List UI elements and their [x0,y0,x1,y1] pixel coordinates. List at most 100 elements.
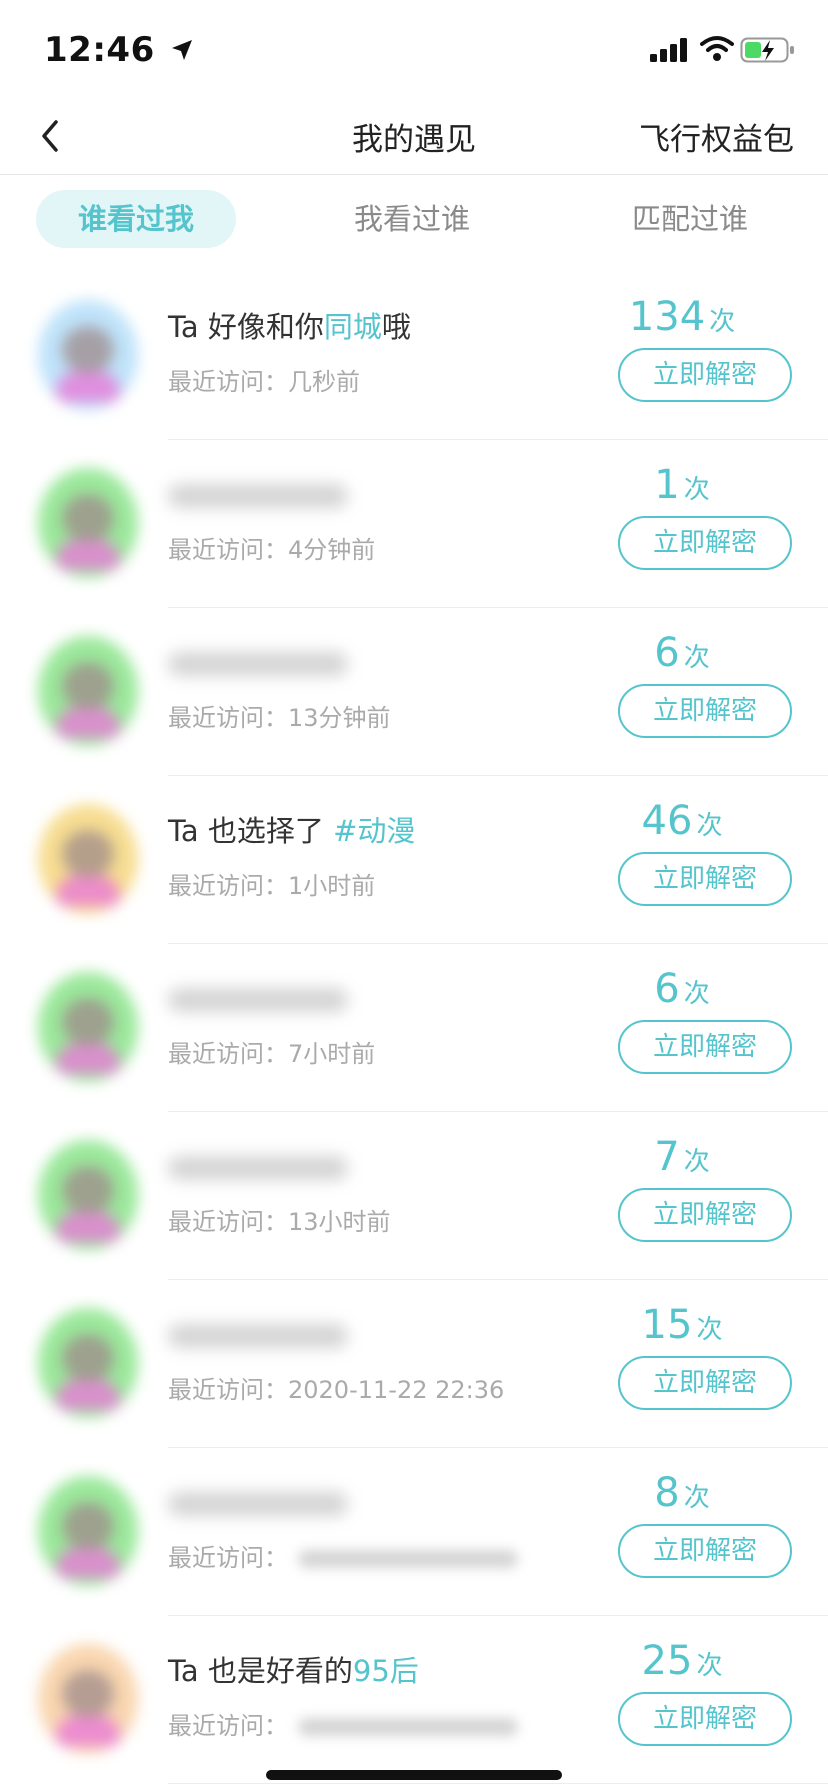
avatar[interactable] [38,804,138,914]
visit-count-number: 15 [641,1302,693,1348]
battery-charging-icon [740,36,796,68]
navigation-bar: 我的遇见 飞行权益包 [0,100,828,175]
last-visit: 最近访问： [168,1538,518,1573]
wifi-icon [700,34,734,66]
visit-count-number: 134 [628,294,706,340]
blurred-visit-time [298,1718,518,1736]
last-visit-time: 4分钟前 [288,536,376,564]
visitor-row[interactable]: 最近访问：7小时前 6 次立即解密 [0,944,828,1112]
visitor-hint-prefix: Ta 也选择了 [168,814,334,848]
avatar[interactable] [38,636,138,746]
visit-count: 134 次 [592,294,772,340]
visit-count-unit: 次 [696,811,723,841]
status-time: 12:46 [44,30,155,70]
visit-count-unit: 次 [696,1651,723,1681]
visitor-hint-highlight: 同城 [323,310,382,344]
avatar[interactable] [38,1476,138,1586]
unlock-button[interactable]: 立即解密 [618,1692,792,1746]
last-visit: 最近访问：13小时前 [168,1202,391,1237]
status-bar: 12:46 [0,0,828,100]
home-indicator [266,1770,562,1780]
last-visit-time: 13小时前 [288,1208,391,1236]
unlock-button[interactable]: 立即解密 [618,516,792,570]
visit-count-number: 7 [654,1134,680,1180]
last-visit: 最近访问：7小时前 [168,1034,375,1069]
last-visit-label: 最近访问： [168,1712,288,1740]
visit-count-unit: 次 [683,1147,710,1177]
last-visit-time: 1小时前 [288,872,376,900]
blurred-name [168,1492,348,1516]
visitor-row[interactable]: 最近访问：13分钟前 6 次立即解密 [0,608,828,776]
visitor-hint-prefix: Ta 也是好看的 [168,1654,353,1688]
unlock-button[interactable]: 立即解密 [618,1356,792,1410]
blurred-name [168,988,348,1012]
last-visit: 最近访问：几秒前 [168,362,360,397]
last-visit-label: 最近访问： [168,536,288,564]
avatar[interactable] [38,468,138,578]
visit-count: 46 次 [592,798,772,844]
avatar[interactable] [38,1308,138,1418]
visit-count-number: 1 [654,462,680,508]
last-visit-time: 7小时前 [288,1040,376,1068]
visit-count-unit: 次 [696,1315,723,1345]
blurred-visit-time [298,1550,518,1568]
last-visit: 最近访问： [168,1706,518,1741]
visitor-hint-highlight: 95后 [352,1654,419,1688]
tab-who-viewed-me[interactable]: 谁看过我 [36,190,236,248]
last-visit: 最近访问：1小时前 [168,866,375,901]
visitor-hint-highlight: #动漫 [333,814,416,848]
last-visit: 最近访问：13分钟前 [168,698,391,733]
visitor-list: Ta 好像和你同城哦 最近访问：几秒前 134 次立即解密 最近访问：4分钟前 1 次立即解… [0,272,828,1784]
flight-benefits-pack-button[interactable]: 飞行权益包 [639,114,794,159]
avatar[interactable] [38,1140,138,1250]
tab-who-i-matched[interactable]: 匹配过谁 [590,190,790,248]
visit-count-unit: 次 [709,307,736,337]
visit-count: 25 次 [592,1638,772,1684]
avatar[interactable] [38,300,138,410]
visitor-row[interactable]: Ta 好像和你同城哦 最近访问：几秒前 134 次立即解密 [0,272,828,440]
unlock-button[interactable]: 立即解密 [618,1020,792,1074]
blurred-name [168,484,348,508]
visitor-hint: Ta 好像和你同城哦 [168,304,411,346]
visit-count-unit: 次 [683,475,710,505]
visit-count: 15 次 [592,1302,772,1348]
visitor-row[interactable]: Ta 也选择了 #动漫最近访问：1小时前 46 次立即解密 [0,776,828,944]
visitor-hint-prefix: Ta 好像和你 [168,310,324,344]
unlock-button[interactable]: 立即解密 [618,348,792,402]
visit-count: 8次 [592,1470,772,1516]
last-visit: 最近访问：2020-11-22 22:36 [168,1370,504,1405]
row-divider [168,1783,828,1784]
unlock-button[interactable]: 立即解密 [618,1524,792,1578]
visitor-row[interactable]: Ta 也是好看的95后最近访问： 25 次立即解密 [0,1616,828,1784]
last-visit-label: 最近访问： [168,368,288,396]
segment-tabs: 谁看过我 我看过谁 匹配过谁 [0,190,828,252]
blurred-name [168,1324,348,1348]
cellular-signal-icon [650,38,690,66]
visit-count: 1次 [592,462,772,508]
visit-count-unit: 次 [683,979,710,1009]
visit-count-number: 25 [641,1638,693,1684]
last-visit-label: 最近访问： [168,1376,288,1404]
avatar[interactable] [38,972,138,1082]
visit-count-number: 8 [654,1470,680,1516]
unlock-button[interactable]: 立即解密 [618,852,792,906]
avatar[interactable] [38,1644,138,1754]
visitor-hint-suffix: 哦 [381,310,411,344]
last-visit-time: 13分钟前 [288,704,391,732]
last-visit-label: 最近访问： [168,1544,288,1572]
blurred-name [168,1156,348,1180]
last-visit-time: 2020-11-22 22:36 [288,1376,505,1404]
visitor-row[interactable]: 最近访问：2020-11-22 22:36 15 次立即解密 [0,1280,828,1448]
visit-count-unit: 次 [683,1483,710,1513]
unlock-button[interactable]: 立即解密 [618,1188,792,1242]
visit-count-unit: 次 [683,643,710,673]
last-visit-label: 最近访问： [168,1040,288,1068]
unlock-button[interactable]: 立即解密 [618,684,792,738]
tab-who-i-viewed[interactable]: 我看过谁 [312,190,512,248]
visit-count-number: 6 [654,966,680,1012]
blurred-name [168,652,348,676]
visitor-row[interactable]: 最近访问：4分钟前 1 次立即解密 [0,440,828,608]
visitor-row[interactable]: 最近访问：13小时前 7 次立即解密 [0,1112,828,1280]
visit-count: 7次 [592,1134,772,1180]
visitor-row[interactable]: 最近访问： 8 次立即解密 [0,1448,828,1616]
